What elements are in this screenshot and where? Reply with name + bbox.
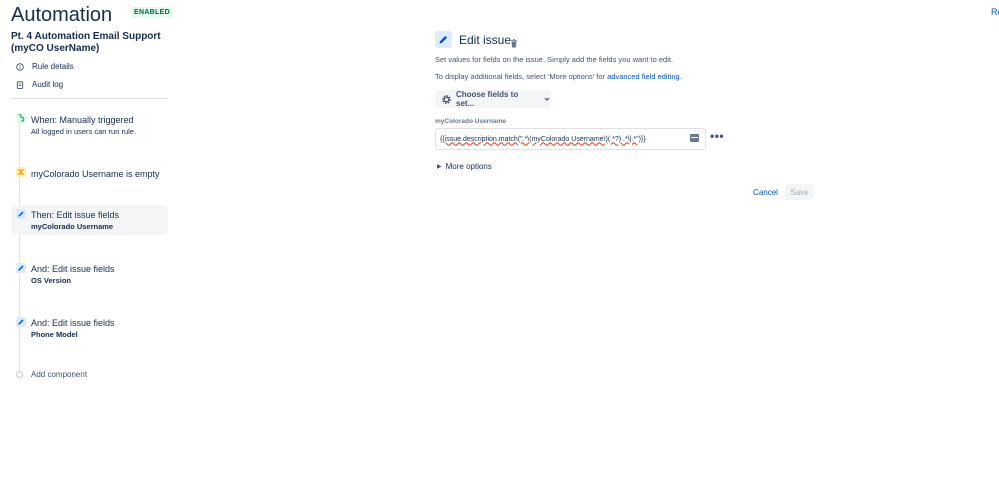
- panel-description: Set values for fields on the issue. Simp…: [435, 55, 674, 64]
- step-action-edit-username[interactable]: Then: Edit issue fields myColorado Usern…: [11, 205, 168, 235]
- condition-icon: [16, 167, 26, 177]
- step-title: myColorado Username is empty: [31, 169, 160, 179]
- step-action-edit-os-version[interactable]: And: Edit issue fields OS Version: [11, 259, 168, 290]
- step-title: And: Edit issue fields: [31, 318, 115, 328]
- choose-fields-button[interactable]: Choose fields to set...: [435, 90, 551, 108]
- info-icon: [16, 62, 24, 71]
- chevron-right-icon: ▶: [437, 164, 442, 170]
- mycolorado-username-field[interactable]: {{issue.description.match(".*\(myColorad…: [435, 128, 706, 150]
- more-options-label: More options: [445, 162, 492, 171]
- step-title: And: Edit issue fields: [31, 264, 115, 274]
- step-action-edit-phone-model[interactable]: And: Edit issue fields Phone Model: [11, 313, 168, 344]
- chevron-down-icon: [543, 95, 551, 103]
- pencil-icon: [16, 209, 26, 219]
- advanced-field-editing-link[interactable]: advanced field editing: [607, 72, 680, 81]
- cancel-button[interactable]: Cancel: [750, 184, 781, 200]
- step-subtitle: myColorado Username: [31, 222, 114, 231]
- gear-icon: [441, 94, 452, 105]
- trigger-icon: [16, 113, 26, 123]
- hint-text: To display additional fields, select 'Mo…: [435, 72, 608, 81]
- add-component-button[interactable]: Add component: [16, 370, 87, 379]
- step-subtitle: Phone Model: [31, 330, 78, 339]
- pencil-icon: [435, 31, 452, 48]
- more-options-toggle[interactable]: ▶ More options: [437, 162, 492, 171]
- pencil-icon: [16, 317, 26, 327]
- rule-details-link[interactable]: Rule details: [16, 62, 74, 71]
- sidebar-divider: [11, 98, 168, 99]
- more-actions-icon[interactable]: •••: [710, 129, 724, 143]
- step-subtitle: OS Version: [31, 276, 72, 285]
- step-condition[interactable]: myColorado Username is empty: [11, 164, 168, 184]
- add-circle-icon: [16, 371, 23, 378]
- rule-details-label: Rule details: [32, 62, 74, 71]
- step-title: When: Manually triggered: [31, 115, 134, 125]
- field-value: {{issue.description.match(".*\(myColorad…: [440, 135, 646, 143]
- top-right-link[interactable]: Re: [991, 7, 999, 17]
- field-label: myColorado Username: [435, 118, 507, 125]
- hint-suffix: .: [679, 72, 682, 81]
- step-trigger[interactable]: When: Manually triggered All logged in u…: [11, 110, 168, 141]
- panel-title: Edit issue: [459, 33, 512, 47]
- status-badge: ENABLED: [131, 7, 173, 18]
- add-component-label: Add component: [31, 370, 88, 379]
- panel-more-fields-hint: To display additional fields, select 'Mo…: [435, 72, 682, 81]
- audit-log-link[interactable]: Audit log: [16, 80, 63, 89]
- choose-fields-label: Choose fields to set...: [456, 90, 519, 108]
- audit-log-label: Audit log: [32, 80, 64, 89]
- save-button[interactable]: Save: [785, 184, 814, 200]
- smart-value-icon[interactable]: [690, 134, 699, 142]
- rule-name: Pt. 4 Automation Email Support (myCO Use…: [11, 31, 161, 54]
- step-title: Then: Edit issue fields: [31, 210, 120, 220]
- step-subtitle: All logged in users can run rule.: [31, 127, 137, 136]
- clipboard-icon: [16, 80, 24, 89]
- trash-icon[interactable]: [510, 35, 518, 48]
- pencil-icon: [16, 263, 26, 273]
- page-title: Automation: [11, 4, 113, 26]
